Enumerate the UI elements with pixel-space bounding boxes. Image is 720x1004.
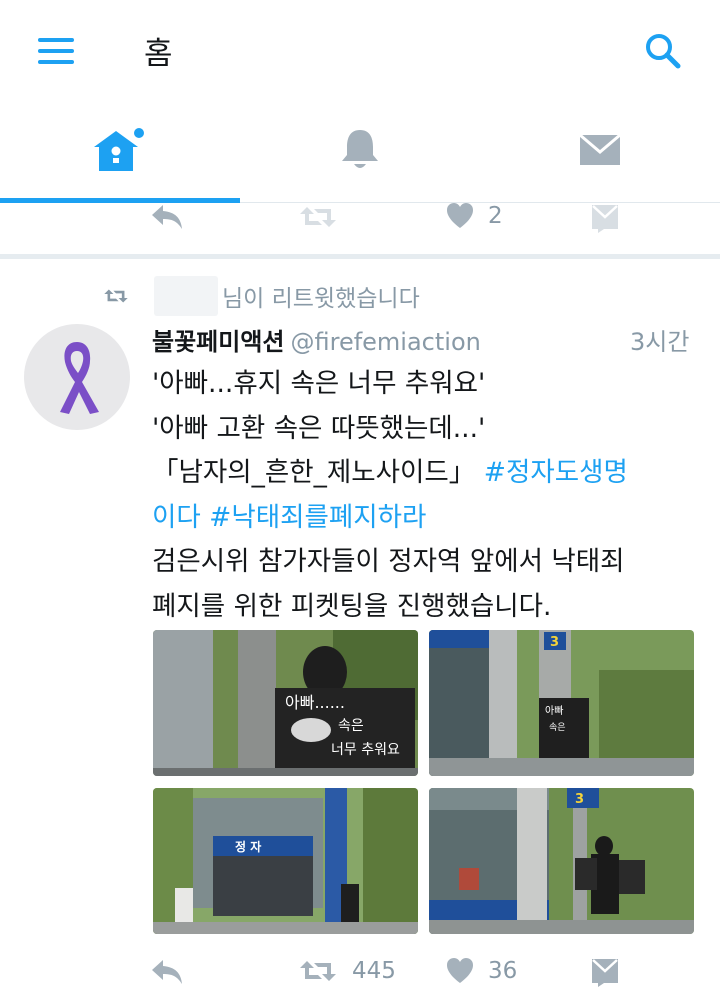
tab-messages[interactable] — [480, 100, 720, 200]
tweet-line-text: '아빠 고환 속은 따뜻했는데...' — [152, 412, 486, 444]
tweet-line: '아빠 고환 속은 따뜻했는데...' — [152, 407, 712, 452]
search-icon[interactable] — [644, 32, 684, 72]
author-name[interactable]: 불꽃페미액션 — [152, 328, 284, 356]
tweet-photo-2[interactable]: 3 아빠 속은 — [429, 630, 694, 776]
retweeter-name-redacted — [154, 276, 218, 316]
station-number: 3 — [575, 792, 584, 807]
tweet-photo-1[interactable]: 아빠...... 속은 너무 추워요 — [153, 630, 418, 776]
avatar[interactable] — [24, 324, 130, 430]
page-title: 홈 — [144, 36, 173, 72]
tweet-photo-3[interactable]: 정 자 — [153, 788, 418, 934]
tweet-line-text: 폐지를 위한 피켓팅을 진행했습니다. — [152, 590, 552, 622]
tab-home[interactable] — [0, 100, 240, 200]
tweet-line-text: 검은시위 참가자들이 정자역 앞에서 낙태죄 — [152, 546, 625, 577]
menu-icon[interactable] — [38, 38, 74, 64]
retweet-context-text: 님이 리트윗했습니다 — [222, 286, 420, 312]
retweet-context: 님이 리트윗했습니다 — [103, 276, 420, 316]
tweet-line: 「남자의_흔한_제노사이드」 #정자도생명 — [152, 451, 712, 496]
tab-notifications[interactable] — [240, 100, 480, 200]
heart-icon — [447, 958, 473, 983]
picket-sign-text: 아빠...... — [285, 693, 345, 712]
retweet-icon — [300, 961, 336, 981]
picket-sign-text: 너무 추워요 — [331, 742, 400, 758]
tweet-text: '아빠...휴지 속은 너무 추워요' '아빠 고환 속은 따뜻했는데...' … — [152, 362, 712, 629]
like-button[interactable]: 36 — [446, 957, 517, 985]
retweet-button[interactable]: 445 — [298, 957, 396, 985]
picket-sign-text: 아빠 — [545, 705, 563, 717]
tweet-line: 검은시위 참가자들이 정자역 앞에서 낙태죄 — [152, 540, 712, 585]
retweet-icon — [104, 289, 128, 303]
author-handle[interactable]: @firefemiaction — [290, 328, 480, 356]
retweet-icon — [300, 207, 336, 227]
picket-sign-text: 속은 — [549, 722, 566, 733]
purple-ribbon-logo — [60, 342, 99, 414]
like-count: 36 — [488, 958, 518, 984]
reply-button[interactable] — [150, 958, 184, 986]
reply-button[interactable] — [150, 203, 184, 231]
envelope-icon — [579, 133, 621, 165]
dm-icon — [592, 959, 618, 987]
timeline-separator — [0, 254, 720, 259]
picket-sign-text: 속은 — [338, 718, 364, 734]
tweet-line: '아빠...휴지 속은 너무 추워요' — [152, 362, 712, 407]
tweet-line-text: '아빠...휴지 속은 너무 추워요' — [152, 368, 486, 399]
station-sign: 정 자 — [235, 839, 261, 854]
dm-button[interactable] — [590, 203, 620, 233]
heart-icon — [447, 203, 473, 228]
bell-icon — [342, 130, 378, 168]
tweet-photo-4[interactable]: 3 — [429, 788, 694, 934]
like-count: 2 — [488, 203, 503, 229]
dm-button[interactable] — [590, 957, 620, 987]
tweet-header: 불꽃페미액션 @firefemiaction — [152, 322, 481, 357]
reply-icon — [152, 205, 182, 229]
retweet-button[interactable] — [298, 203, 338, 231]
home-icon — [94, 126, 146, 171]
top-app-bar: 홈 — [0, 0, 720, 100]
hashtag-link[interactable]: 이다 #낙태죄를폐지하라 — [152, 502, 426, 533]
active-tab-indicator — [0, 198, 240, 203]
tweet-line: 이다 #낙태죄를폐지하라 — [152, 496, 712, 541]
reply-icon — [152, 960, 182, 984]
tweet-line-text: 「남자의_흔한_제노사이드」 — [152, 457, 476, 488]
tweet-line: 폐지를 위한 피켓팅을 진행했습니다. — [152, 585, 712, 630]
dm-icon — [592, 205, 618, 233]
retweet-count: 445 — [352, 958, 396, 984]
tweet-timestamp: 3시간 — [630, 328, 690, 356]
station-number: 3 — [550, 635, 559, 650]
like-button[interactable]: 2 — [446, 202, 503, 230]
hashtag-link[interactable]: #정자도생명 — [484, 457, 628, 488]
tab-bar — [0, 100, 720, 203]
